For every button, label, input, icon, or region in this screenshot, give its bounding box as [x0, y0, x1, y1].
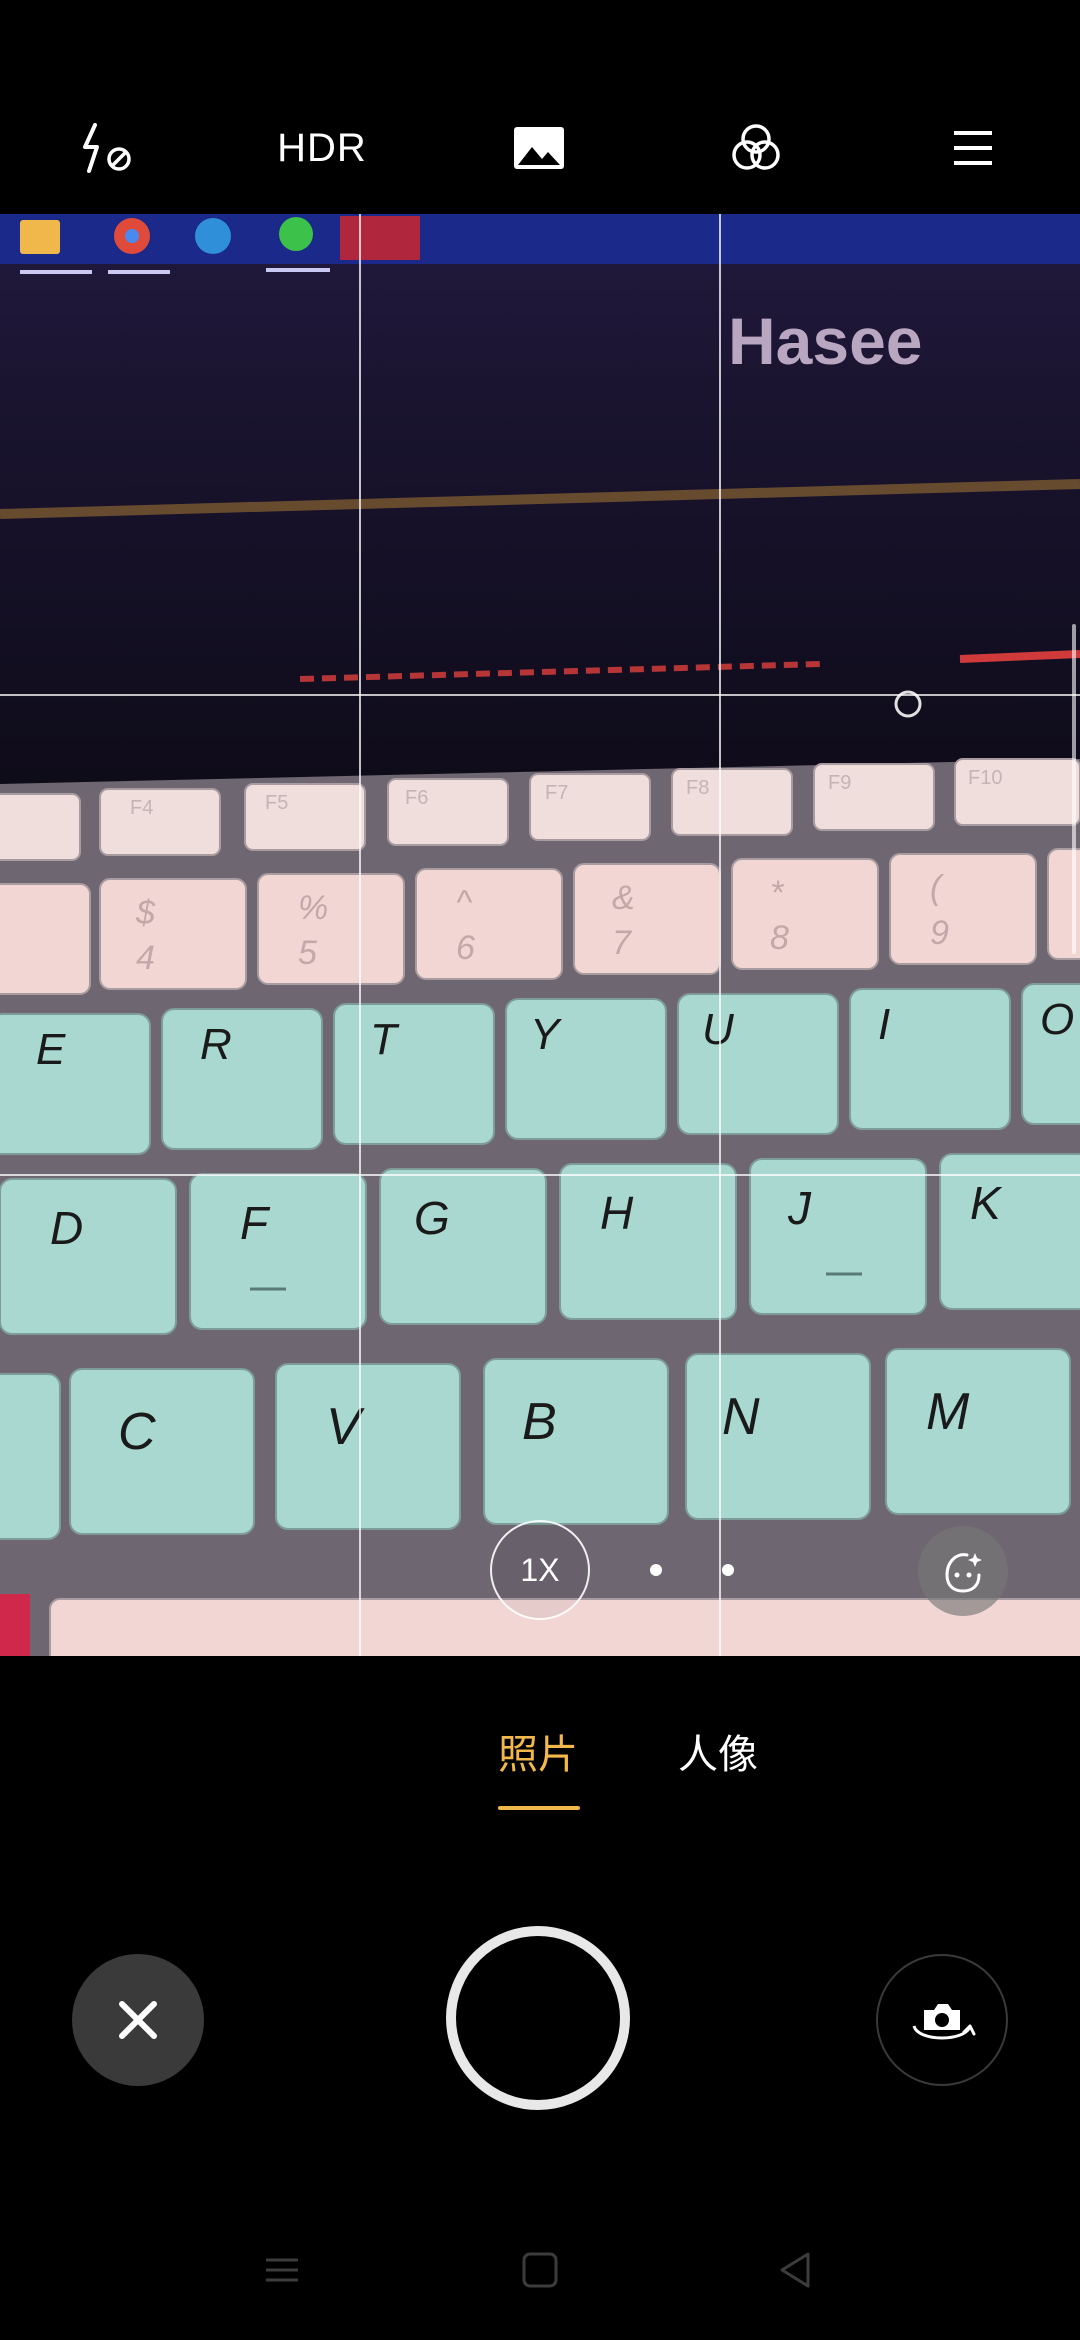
zoom-button[interactable]: 1X [490, 1520, 590, 1620]
key-label: Y [530, 1010, 562, 1059]
key-label: O [1040, 995, 1074, 1044]
fkey-label: F6 [405, 787, 428, 809]
key-label: B [522, 1393, 557, 1451]
shutter-button[interactable] [446, 1926, 630, 2110]
mode-tab-photo-label: 照片 [498, 1732, 578, 1778]
menu-icon [954, 131, 992, 165]
brand-logo: Hasee [728, 304, 923, 378]
key-label: 7 [612, 924, 632, 962]
zoom-scroll-indicator [1072, 624, 1076, 954]
fkey-label: F10 [968, 767, 1002, 789]
key-shift-label: % [298, 889, 328, 927]
key-shift-label: $ [135, 894, 156, 932]
gallery-button[interactable] [489, 108, 589, 188]
key-label: C [118, 1403, 156, 1461]
key-shift-label: & [612, 879, 635, 917]
flash-off-icon [83, 123, 131, 173]
close-icon [119, 2001, 157, 2039]
key-label: 9 [930, 914, 949, 952]
filter-circles-icon [732, 124, 780, 170]
taskbar-edge-icon [195, 218, 231, 254]
fkey-label: F8 [686, 777, 709, 799]
key-label: J [787, 1182, 812, 1234]
zoom-preset-dot[interactable] [722, 1564, 734, 1576]
mode-tab-photo[interactable]: 照片 [498, 1722, 578, 1780]
beauty-button[interactable] [918, 1526, 1008, 1616]
key-shift-label: ^ [456, 884, 473, 922]
key-label: D [50, 1202, 83, 1254]
grid-line [0, 694, 1080, 696]
close-button[interactable] [72, 1954, 204, 2086]
key-label: E [36, 1025, 66, 1074]
fkey-label: F4 [130, 797, 153, 819]
nav-menu-button[interactable] [252, 2240, 312, 2300]
camera-viewfinder[interactable]: Hasee F4 F5 F6 F7 F8 F9 F10 $ 4 % 5 ^ 6 … [0, 214, 1080, 1656]
image-icon [514, 127, 564, 169]
active-mode-indicator [498, 1806, 580, 1810]
key-label: T [370, 1015, 400, 1064]
zoom-preset-dot[interactable] [650, 1564, 662, 1576]
hdr-button[interactable]: HDR [272, 108, 372, 188]
fkey-label: F7 [545, 782, 568, 804]
key-label: 4 [136, 939, 155, 977]
key-label: R [200, 1020, 232, 1069]
nav-back-button[interactable] [766, 2240, 826, 2300]
key-label: K [970, 1177, 1003, 1229]
key-label: F [240, 1197, 271, 1249]
zoom-label: 1X [520, 1551, 560, 1588]
menu-button[interactable] [923, 108, 1023, 188]
hdr-label: HDR [277, 125, 367, 170]
camera-toolbar: HDR [0, 0, 1080, 214]
key-label: U [702, 1005, 734, 1054]
nav-back-icon [780, 2252, 810, 2288]
key-label: G [414, 1192, 450, 1244]
taskbar-app-icon [340, 216, 420, 260]
flip-camera-button[interactable] [876, 1954, 1008, 2086]
camera-flip-icon [912, 2004, 976, 2040]
filter-button[interactable] [706, 108, 806, 188]
mode-tab-portrait[interactable]: 人像 [678, 1722, 758, 1780]
fkey-label: F5 [265, 792, 288, 814]
grid-line [719, 214, 721, 1656]
nav-home-icon [522, 2252, 558, 2288]
grid-line [359, 214, 361, 1656]
grid-line [0, 1174, 1080, 1176]
key-label: 8 [770, 919, 789, 957]
mode-tab-portrait-label: 人像 [678, 1732, 758, 1778]
nav-home-button[interactable] [510, 2240, 570, 2300]
key-label: 6 [456, 929, 475, 967]
key-label: N [722, 1388, 760, 1446]
viewfinder-photo: Hasee F4 F5 F6 F7 F8 F9 F10 $ 4 % 5 ^ 6 … [0, 214, 1080, 1656]
key-label: H [600, 1187, 634, 1239]
nav-menu-icon [266, 2258, 298, 2282]
beauty-face-icon [945, 1553, 982, 1593]
key-label: M [926, 1383, 970, 1441]
taskbar-wechat-icon [279, 217, 313, 251]
key-label: I [878, 1000, 890, 1049]
taskbar-folder-icon [20, 220, 60, 254]
fkey-label: F9 [828, 772, 851, 794]
key-shift-label: * [770, 874, 785, 912]
key-label: 5 [298, 934, 317, 972]
flash-button[interactable] [56, 108, 156, 188]
